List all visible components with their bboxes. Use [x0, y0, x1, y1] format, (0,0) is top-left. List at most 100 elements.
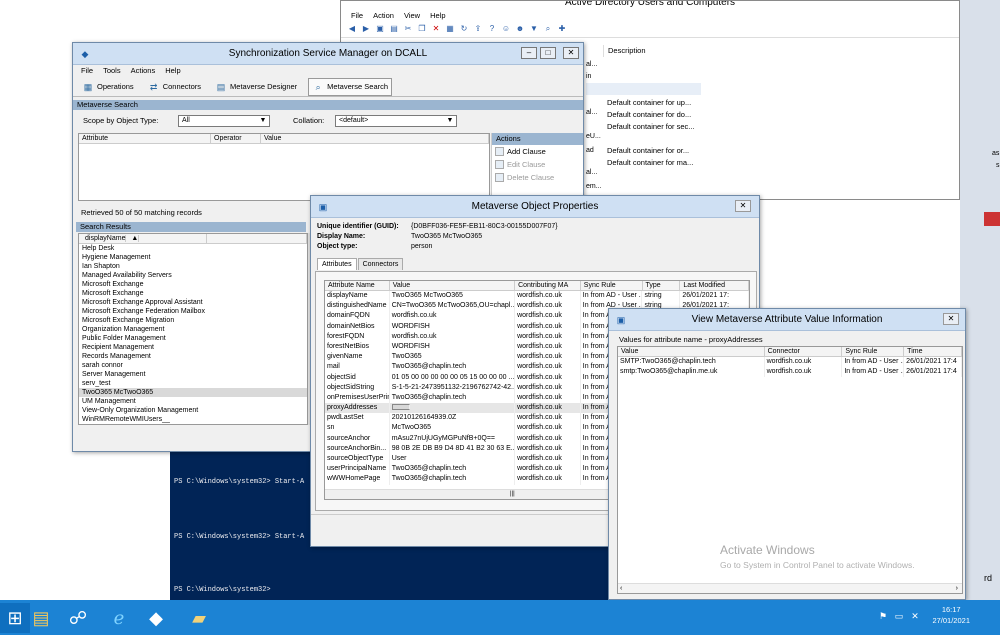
search-clause-grid[interactable]: Attribute Operator Value — [78, 133, 490, 201]
col-displayname[interactable]: displayName ▲ — [79, 234, 207, 243]
find-icon[interactable]: ⌕ — [543, 24, 553, 34]
description-column-header[interactable]: Description — [603, 45, 698, 57]
internet-explorer-button[interactable]: ℯ — [104, 603, 134, 633]
sync-manager-taskbar-button[interactable]: ◆ — [141, 603, 171, 633]
col-value[interactable]: Value — [261, 134, 489, 143]
cut-icon[interactable]: ✂ — [403, 24, 413, 34]
menu-file[interactable]: File — [81, 66, 93, 76]
search-result-row[interactable]: Recipient Management — [79, 343, 307, 352]
menu-help[interactable]: Help — [430, 11, 445, 20]
search-result-row[interactable]: WinRMRemoteWMIUsers__ — [79, 415, 307, 424]
value-row[interactable]: smtp:TwoO365@chaplin.me.uk wordfish.co.uk… — [618, 367, 962, 378]
close-button[interactable]: ✕ — [735, 200, 751, 212]
menu-help[interactable]: Help — [165, 66, 180, 76]
search-result-row[interactable]: View-Only Organization Management — [79, 406, 307, 415]
search-result-row[interactable]: TwoO365 McTwoO365 — [79, 388, 307, 397]
delete-clause-button[interactable]: Delete Clause — [492, 171, 583, 184]
help-icon[interactable]: ? — [487, 24, 497, 34]
search-results-list[interactable]: displayName ▲ Help Desk Hygiene Managemen… — [78, 233, 308, 425]
up-folder-icon[interactable]: ▣ — [375, 24, 385, 34]
menu-file[interactable]: File — [351, 11, 363, 20]
export-icon[interactable]: ⇪ — [473, 24, 483, 34]
menu-action[interactable]: Action — [373, 11, 394, 20]
users-icon[interactable]: ☺ — [501, 24, 511, 34]
back-icon[interactable]: ◀ — [347, 24, 357, 34]
search-result-row[interactable]: Public Folder Management — [79, 334, 307, 343]
tab-attributes[interactable]: Attributes — [317, 258, 357, 270]
search-result-row[interactable]: UM Management — [79, 397, 307, 406]
col-contributing-ma[interactable]: Contributing MA — [515, 281, 581, 290]
minimize-button[interactable]: – — [521, 47, 537, 59]
search-result-row[interactable]: Server Management — [79, 370, 307, 379]
refresh-icon[interactable]: ↻ — [459, 24, 469, 34]
menu-tools[interactable]: Tools — [103, 66, 121, 76]
multivalue-button[interactable] — [391, 404, 410, 411]
vmav-titlebar[interactable]: ▣ View Metaverse Attribute Value Informa… — [609, 309, 965, 331]
volume-muted-icon[interactable]: ✕ — [909, 610, 921, 622]
col-connector[interactable]: Connector — [765, 347, 843, 356]
attributes-grid-header: Attribute Name Value Contributing MA Syn… — [325, 281, 749, 291]
network-tray-icon[interactable]: ▭ — [893, 610, 905, 622]
clock[interactable]: 16:17 27/01/2021 — [932, 604, 970, 626]
col-attribute-name[interactable]: Attribute Name — [325, 281, 390, 290]
search-result-row[interactable]: Help Desk — [79, 244, 307, 253]
search-result-row[interactable]: Microsoft Exchange Migration — [79, 316, 307, 325]
add-to-group-icon[interactable]: ✚ — [557, 24, 567, 34]
search-result-row[interactable]: Hygiene Management — [79, 253, 307, 262]
col-value[interactable]: Value — [390, 281, 516, 290]
search-result-row[interactable]: Records Management — [79, 352, 307, 361]
tab-metaverse-designer[interactable]: ▤ Metaverse Designer — [212, 79, 300, 95]
search-result-row[interactable]: Ian Shapton — [79, 262, 307, 271]
properties-icon[interactable]: ▦ — [445, 24, 455, 34]
scope-select[interactable]: All ▼ — [178, 115, 270, 127]
scroll-right-icon[interactable]: › — [956, 584, 958, 593]
attribute-row[interactable]: displayName TwoO365 McTwoO365 wordfish.co.… — [325, 291, 749, 302]
tab-connectors[interactable]: ⇄ Connectors — [145, 79, 204, 95]
flag-icon[interactable]: ⚑ — [877, 610, 889, 622]
edit-clause-button[interactable]: Edit Clause — [492, 158, 583, 171]
menu-actions[interactable]: Actions — [131, 66, 156, 76]
tab-operations[interactable]: ▦ Operations — [79, 79, 137, 95]
collation-select[interactable]: <default> ▼ — [335, 115, 457, 127]
maximize-button[interactable]: □ — [540, 47, 556, 59]
copy-icon[interactable]: ❐ — [417, 24, 427, 34]
tab-metaverse-search[interactable]: ⌕ Metaverse Search — [308, 77, 393, 96]
search-result-row[interactable]: Microsoft Exchange — [79, 289, 307, 298]
col-value[interactable]: Value — [618, 347, 765, 356]
search-result-row[interactable]: Microsoft Exchange — [79, 280, 307, 289]
values-horizontal-scrollbar[interactable]: ‹ › — [618, 583, 962, 593]
aduc-selected-row[interactable] — [586, 83, 701, 95]
col-operator[interactable]: Operator — [211, 134, 261, 143]
search-result-row[interactable]: Managed Availability Servers — [79, 271, 307, 280]
group-icon[interactable]: ☻ — [515, 24, 525, 34]
delete-icon[interactable]: ✕ — [431, 24, 441, 34]
col-last-modified[interactable]: Last Modified — [680, 281, 749, 290]
filter-icon[interactable]: ▼ — [529, 24, 539, 34]
col-attribute[interactable]: Attribute — [79, 134, 211, 143]
tab-connectors[interactable]: Connectors — [357, 258, 404, 270]
search-result-row[interactable]: serv_test — [79, 379, 307, 388]
scroll-left-icon[interactable]: ‹ — [620, 584, 622, 593]
folder-taskbar-button[interactable]: ▰ — [184, 603, 214, 633]
close-button[interactable]: ✕ — [563, 47, 579, 59]
search-result-row[interactable]: Microsoft Exchange Approval Assistant — [79, 298, 307, 307]
search-result-row[interactable]: sarah connor — [79, 361, 307, 370]
col-type[interactable]: Type — [643, 281, 681, 290]
file-explorer-button[interactable]: ▤ — [26, 603, 56, 633]
search-result-row[interactable]: Microsoft Exchange Federation Mailbox — [79, 307, 307, 316]
col-sync-rule[interactable]: Sync Rule — [581, 281, 643, 290]
mop-titlebar[interactable]: ▣ Metaverse Object Properties ✕ — [311, 196, 759, 218]
close-button[interactable]: ✕ — [943, 313, 959, 325]
value-row[interactable]: SMTP:TwoO365@chaplin.tech wordfish.co.uk I… — [618, 357, 962, 368]
clock-date: 27/01/2021 — [932, 616, 970, 625]
search-result-row[interactable]: Organization Management — [79, 325, 307, 334]
col-sync-rule[interactable]: Sync Rule — [842, 347, 905, 356]
add-clause-button[interactable]: Add Clause — [492, 145, 583, 158]
show-tree-icon[interactable]: ▤ — [389, 24, 399, 34]
forward-icon[interactable]: ▶ — [361, 24, 371, 34]
ssm-titlebar[interactable]: ◆ Synchronization Service Manager on DCA… — [73, 43, 583, 65]
menu-view[interactable]: View — [404, 11, 420, 20]
col-time[interactable]: Time — [904, 347, 962, 356]
network-button[interactable]: ☍ — [63, 603, 93, 633]
desktop-red-marker — [984, 212, 1000, 226]
